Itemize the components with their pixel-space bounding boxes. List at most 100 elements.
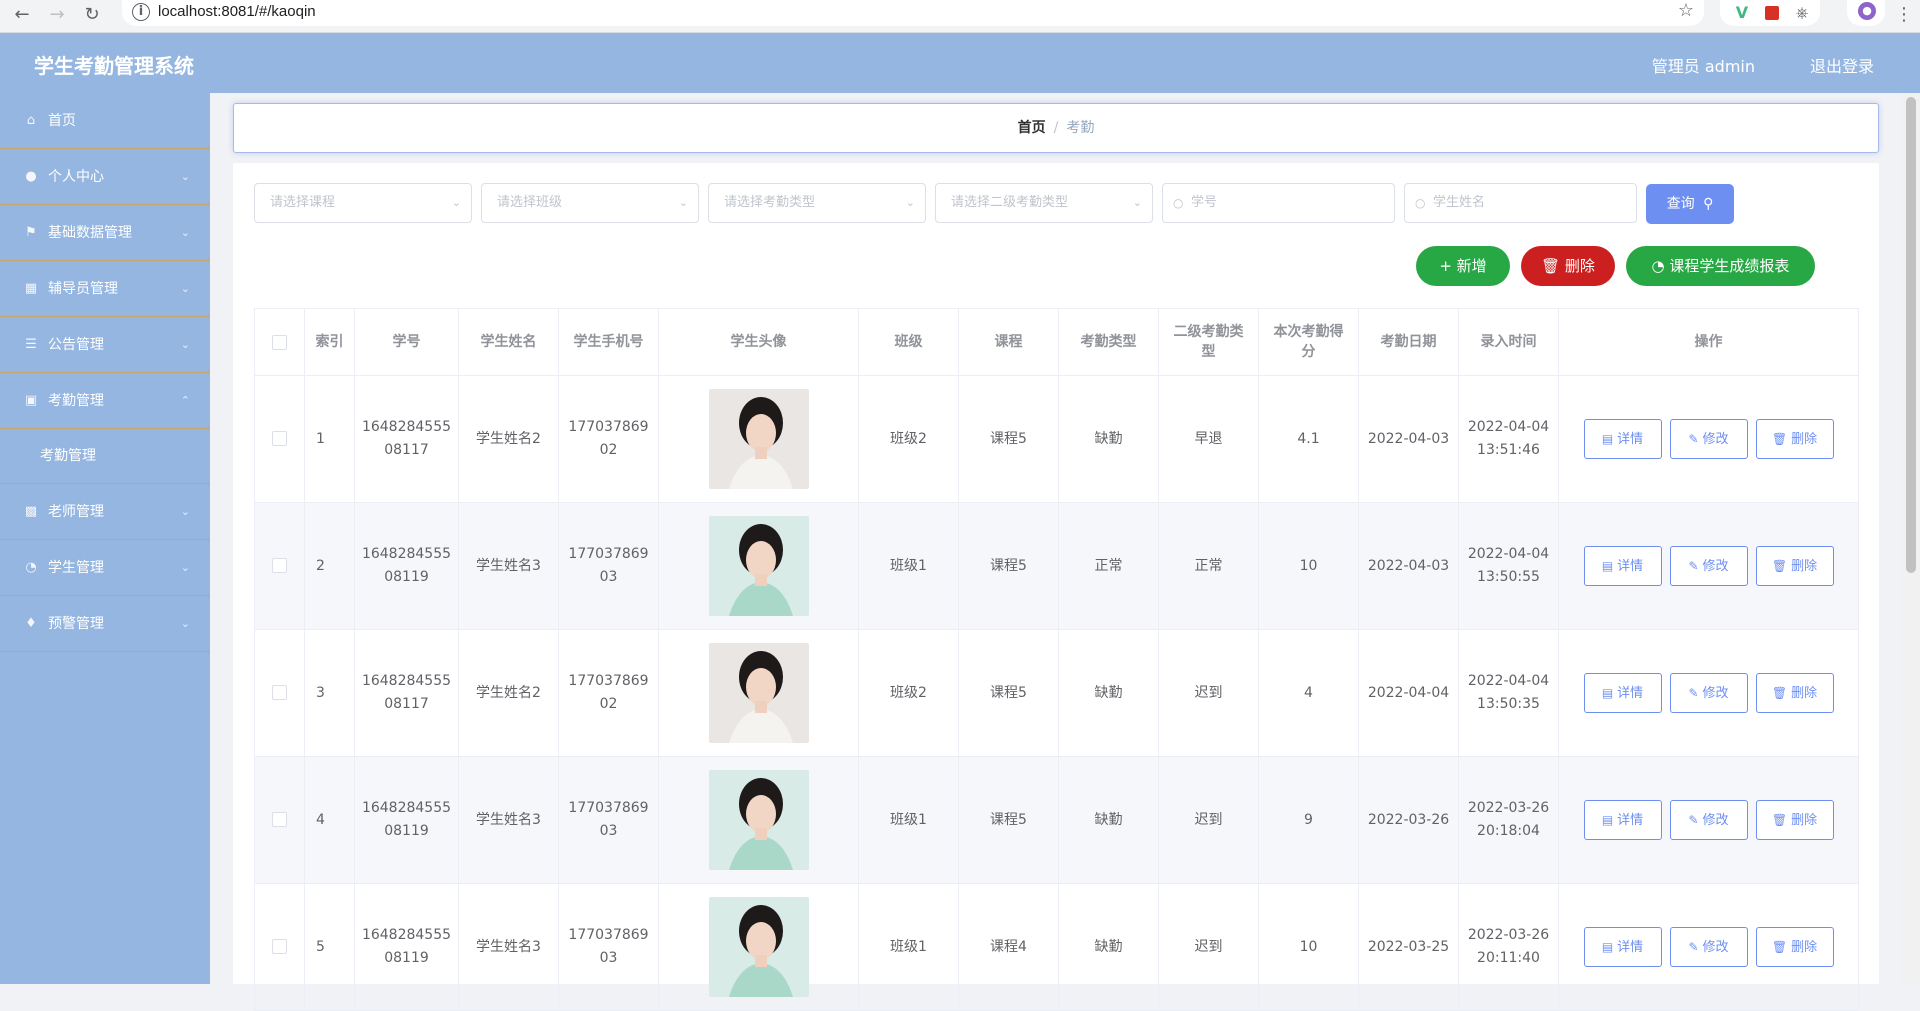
delete-button[interactable]: 🗑 删除: [1755, 800, 1834, 840]
student-avatar[interactable]: [708, 516, 809, 616]
sub-type-cell: 正常: [1158, 502, 1259, 630]
phone-part: 02: [599, 442, 618, 458]
table-row[interactable]: 1 1648284555 08117 学生姓名2 177037869 02 班级2 课程5 缺勤…: [254, 375, 1859, 503]
sidebar-item-teacher[interactable]: ▩ 老师管理 ⌄: [0, 484, 210, 540]
edit-button[interactable]: ✎ 修改: [1669, 927, 1748, 967]
phone-part: 02: [599, 696, 618, 712]
delete-label: 删除: [1791, 559, 1818, 574]
sidebar-item-attendance[interactable]: ▣ 考勤管理 ⌃: [0, 373, 210, 429]
student-avatar[interactable]: [708, 389, 809, 489]
sidebar-item-counselor[interactable]: ▦ 辅导员管理 ⌄: [0, 261, 210, 317]
student-no-cell: 1648284555 08119: [354, 502, 459, 630]
bookmark-star-icon[interactable]: ☆: [1678, 0, 1694, 21]
detail-label: 详情: [1617, 813, 1644, 828]
query-button[interactable]: 查询 ⚲: [1646, 184, 1734, 224]
delete-button[interactable]: 🗑 删除: [1755, 927, 1834, 967]
detail-label: 详情: [1617, 559, 1644, 574]
edit-button[interactable]: ✎ 修改: [1669, 673, 1748, 713]
attendance-type-cell: 缺勤: [1058, 756, 1159, 884]
address-bar[interactable]: i localhost:8081/#/kaoqin ☆: [122, 0, 1704, 26]
attendance-type-placeholder: 请选择考勤类型: [724, 195, 816, 210]
extension-icon[interactable]: [1760, 2, 1784, 24]
student-avatar[interactable]: [708, 643, 809, 743]
student-name-cell: 学生姓名2: [458, 629, 559, 757]
report-button[interactable]: ◔ 课程学生成绩报表: [1626, 246, 1815, 286]
course-select[interactable]: 请选择课程 ⌄: [254, 183, 472, 223]
avatar-cell: [658, 502, 859, 630]
student-avatar[interactable]: [708, 897, 809, 997]
current-user: 管理员 admin: [1651, 57, 1755, 76]
sidebar-subitem-attendance[interactable]: 考勤管理: [0, 429, 210, 484]
table-row[interactable]: 2 1648284555 08119 学生姓名3 177037869 03 班级1 课程5 正常…: [254, 502, 1859, 630]
sidebar-item-label: 基础数据管理: [48, 225, 132, 241]
sidebar-item-student[interactable]: ◔ 学生管理 ⌄: [0, 540, 210, 596]
table-row[interactable]: 5 1648284555 08119 学生姓名3 177037869 03 班级1 课程4 缺勤…: [254, 883, 1859, 1011]
student-name-cell: 学生姓名3: [458, 756, 559, 884]
avatar-cell: [658, 756, 859, 884]
sidebar-item-profile[interactable]: ● 个人中心 ⌄: [0, 149, 210, 205]
operations-cell: ▤ 详情 ✎ 修改 🗑 删除: [1558, 883, 1859, 1011]
vue-devtools-icon[interactable]: V: [1730, 2, 1754, 24]
row-checkbox[interactable]: [272, 431, 287, 446]
student-no-input[interactable]: ○ 学号: [1162, 183, 1395, 223]
detail-button[interactable]: ▤ 详情: [1583, 546, 1662, 586]
sidebar-item-notice[interactable]: ☰ 公告管理 ⌄: [0, 317, 210, 373]
back-arrow-icon[interactable]: ←: [10, 4, 34, 25]
site-info-icon[interactable]: i: [132, 3, 150, 21]
sub-type-select[interactable]: 请选择二级考勤类型 ⌄: [935, 183, 1153, 223]
row-checkbox[interactable]: [272, 939, 287, 954]
created-time-cell: 2022-04-04 13:51:46: [1458, 375, 1559, 503]
chevron-down-icon: ⌄: [905, 196, 915, 209]
add-button[interactable]: + 新增: [1416, 246, 1510, 286]
table-row[interactable]: 3 1648284555 08117 学生姓名2 177037869 02 班级2 课程5 缺勤…: [254, 629, 1859, 757]
row-checkbox[interactable]: [272, 558, 287, 573]
column-header: 学号: [354, 308, 459, 376]
row-select-cell: [254, 883, 305, 1011]
logout-link[interactable]: 退出登录: [1810, 53, 1874, 77]
student-avatar[interactable]: [708, 770, 809, 870]
batch-delete-button[interactable]: 🗑 删除: [1521, 246, 1615, 286]
detail-button[interactable]: ▤ 详情: [1583, 673, 1662, 713]
forward-arrow-icon[interactable]: →: [45, 4, 69, 25]
column-header-label: 二级考勤类型: [1173, 324, 1244, 360]
student-name-input[interactable]: ○ 学生姓名: [1404, 183, 1637, 223]
index-cell: 4: [304, 756, 355, 884]
detail-button[interactable]: ▤ 详情: [1583, 800, 1662, 840]
phone-cell: 177037869 03: [558, 756, 659, 884]
date-cell: 2022-04-03: [1358, 375, 1459, 503]
edit-label: 修改: [1702, 813, 1729, 828]
breadcrumb-home[interactable]: 首页: [1018, 120, 1046, 136]
sidebar-item-label: 考勤管理: [48, 393, 104, 409]
table-row[interactable]: 4 1648284555 08119 学生姓名3 177037869 03 班级1 课程5 缺勤…: [254, 756, 1859, 884]
sidebar-item-home[interactable]: ⌂ 首页: [0, 93, 210, 149]
class-select-placeholder: 请选择班级: [497, 195, 563, 210]
delete-button[interactable]: 🗑 删除: [1755, 419, 1834, 459]
operations-cell: ▤ 详情 ✎ 修改 🗑 删除: [1558, 756, 1859, 884]
created-date: 2022-04-04: [1467, 546, 1550, 562]
sidebar-item-base-data[interactable]: ⚑ 基础数据管理 ⌄: [0, 205, 210, 261]
chevron-down-icon: ⌄: [180, 505, 190, 518]
sidebar-item-warning[interactable]: ♦ 预警管理 ⌄: [0, 596, 210, 652]
page-scrollbar-thumb[interactable]: [1906, 97, 1916, 573]
reload-icon[interactable]: ↻: [80, 4, 104, 25]
row-checkbox[interactable]: [272, 685, 287, 700]
column-header: 本次考勤得分: [1258, 308, 1359, 376]
date-cell: 2022-04-03: [1358, 502, 1459, 630]
delete-button[interactable]: 🗑 删除: [1755, 673, 1834, 713]
edit-button[interactable]: ✎ 修改: [1669, 419, 1748, 459]
edit-button[interactable]: ✎ 修改: [1669, 546, 1748, 586]
select-all-checkbox[interactable]: [272, 334, 287, 350]
profile-avatar[interactable]: ●: [1847, 0, 1885, 26]
attendance-type-select[interactable]: 请选择考勤类型 ⌄: [708, 183, 926, 223]
puzzle-extensions-icon[interactable]: ⎈: [1790, 2, 1814, 24]
course-cell: 课程5: [958, 502, 1059, 630]
detail-button[interactable]: ▤ 详情: [1583, 419, 1662, 459]
breadcrumb-current: 考勤: [1066, 120, 1095, 136]
delete-button[interactable]: 🗑 删除: [1755, 546, 1834, 586]
browser-menu-icon[interactable]: ⋮: [1892, 4, 1916, 25]
row-checkbox[interactable]: [272, 812, 287, 827]
bell-icon: ♦: [25, 616, 37, 631]
edit-button[interactable]: ✎ 修改: [1669, 800, 1748, 840]
class-select[interactable]: 请选择班级 ⌄: [481, 183, 699, 223]
detail-button[interactable]: ▤ 详情: [1583, 927, 1662, 967]
